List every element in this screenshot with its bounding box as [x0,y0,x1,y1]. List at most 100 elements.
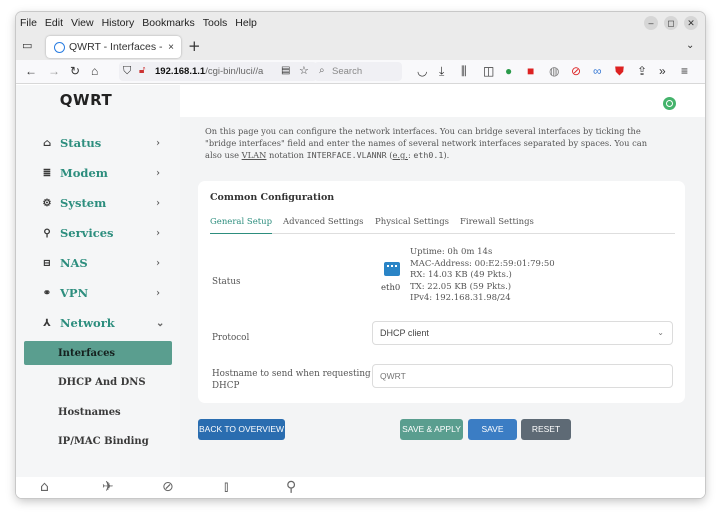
sidebar-subitem-dhcp-dns[interactable]: DHCP And DNS [24,370,172,394]
menu-edit[interactable]: Edit [45,17,63,29]
ethernet-port-icon [384,262,400,276]
back-to-overview-button[interactable]: BACK TO OVERVIEW [198,419,285,440]
share-icon[interactable]: ⇪ [637,64,647,78]
menu-bookmarks[interactable]: Bookmarks [142,17,195,29]
home-icon[interactable]: ⌂ [91,64,98,78]
sidebar-item-label: Services [60,226,114,240]
tab-general-setup[interactable]: General Setup [210,217,273,234]
sidebar-item-label: System [60,196,107,210]
status-tx: TX: 22.05 KB (59 Pkts.) [410,281,512,292]
bottom-nav-bar: ⌂ ✈ ⊘ ⫾ ⚲ [16,477,705,498]
sidebar-item-vpn[interactable]: ⚭ VPN › [16,278,180,308]
home-icon: ⌂ [42,137,52,149]
protocol-select[interactable]: DHCP client ⌄ [372,321,673,345]
list-tabs-chevron-icon[interactable]: ⌄ [686,40,694,51]
extension-shield-icon[interactable]: ⛊ [615,64,624,78]
download-icon[interactable]: ⤓ [439,64,444,78]
menu-tools[interactable]: Tools [203,17,228,29]
menu-history[interactable]: History [102,17,135,29]
card-title: Common Configuration [210,192,335,203]
description-text: notation [266,150,307,160]
brand-text: QWRT [59,91,113,109]
user-icon[interactable]: ⚲ [286,479,296,495]
extension-globe-icon[interactable]: ◍ [549,64,559,78]
new-tab-button[interactable]: + [188,38,201,54]
status-details: Uptime: 0h 0m 14s MAC-Address: 00:E2:59:… [410,247,555,305]
sidebar-toggle-icon[interactable]: ◫ [483,64,494,78]
sidebar-item-network[interactable]: ⅄ Network ⌄ [16,308,180,338]
sidebar-item-modem[interactable]: ≣ Modem › [16,158,180,188]
brand-logo[interactable]: QWRT [16,91,180,109]
sidebar-item-label: Network [60,316,115,330]
sidebar-subitem-hostnames[interactable]: Hostnames [24,400,172,424]
url-bar[interactable]: ⛉ 🔓︎ 192.168.1.1/cgi-bin/luci//a ▤ ☆ [119,62,317,81]
extension-green-icon[interactable]: ● [505,64,512,78]
forward-arrow-icon[interactable]: → [48,64,60,78]
tab-advanced-settings[interactable]: Advanced Settings [283,217,364,227]
refresh-status-icon[interactable] [663,97,676,110]
status-uptime: Uptime: 0h 0m 14s [410,247,493,257]
library-icon[interactable]: ⫼ [461,64,467,78]
tab-list-icon[interactable]: ▭ [22,40,34,52]
search-bar[interactable]: ⌕ Search [314,62,402,81]
page-description: On this page you can configure the netwo… [205,125,665,161]
save-apply-button[interactable]: SAVE & APPLY [400,419,463,440]
status-rx: RX: 14.03 KB (49 Pkts.) [410,270,512,281]
sidebar-subitem-ip-mac-binding[interactable]: IP/MAC Binding [24,429,172,453]
extension-red-icon[interactable]: ■ [527,64,534,78]
menu-bar: File Edit View History Bookmarks Tools H… [16,12,705,34]
menu-help[interactable]: Help [235,17,257,29]
common-configuration-card: Common Configuration General Setup Advan… [198,181,685,403]
bookmark-star-icon[interactable]: ☆ [299,64,309,78]
shield-icon[interactable]: ⛉ [123,64,131,78]
close-window-button[interactable]: ✕ [684,16,698,30]
sidebar-item-system[interactable]: ⚙ System › [16,188,180,218]
sitemap-icon: ⅄ [43,317,51,329]
back-arrow-icon[interactable]: ← [25,64,37,78]
reload-icon[interactable]: ↻ [70,64,80,78]
sidebar-subitem-interfaces[interactable]: Interfaces [24,341,172,365]
tab-physical-settings[interactable]: Physical Settings [375,217,449,227]
hostname-input[interactable] [372,364,673,388]
tab-bar: ▭ QWRT - Interfaces - LuCI × + ⌄ [16,34,705,60]
save-button[interactable]: SAVE [468,419,517,440]
search-placeholder: Search [332,66,363,77]
browser-tab[interactable]: QWRT - Interfaces - LuCI × [46,36,181,58]
description-text: ). [443,150,450,160]
sidebar-item-label: Status [60,136,102,150]
extension-block-icon[interactable]: ⊘ [571,64,581,78]
tab-close-icon[interactable]: × [165,42,177,53]
send-icon[interactable]: ✈ [102,479,114,495]
protocol-label: Protocol [212,333,250,343]
sidebar-item-label: NAS [60,256,88,270]
reader-view-icon[interactable]: ▤ [281,64,290,78]
user-icon: ⚲ [43,227,51,239]
maximize-button[interactable]: ◻ [664,16,678,30]
status-ipv4: IPv4: 192.168.31.98/24 [410,293,511,304]
chevron-right-icon: › [156,197,160,209]
overflow-chevrons-icon[interactable]: » [659,64,666,78]
extension-link-icon[interactable]: ∞ [593,64,602,78]
pocket-icon[interactable]: ◡ [417,64,427,78]
bar-chart-icon[interactable]: ⫾ [224,479,228,495]
insecure-lock-icon[interactable]: 🔓︎ [139,64,145,78]
sidebar-item-services[interactable]: ⚲ Services › [16,218,180,248]
tab-firewall-settings[interactable]: Firewall Settings [460,217,534,227]
reset-button[interactable]: RESET [521,419,571,440]
chevron-down-icon: ⌄ [657,328,664,337]
vlan-link[interactable]: VLAN [242,150,267,160]
sidebar-item-nas[interactable]: ⊟ NAS › [16,248,180,278]
chevron-right-icon: › [156,137,160,149]
drive-icon: ⊟ [42,257,52,269]
sidebar-item-status[interactable]: ⌂ Status › [16,128,180,158]
compass-icon[interactable]: ⊘ [162,479,174,495]
hamburger-menu-icon[interactable]: ≡ [681,64,688,78]
top-strip [180,85,705,117]
favicon-icon [54,41,65,53]
menu-view[interactable]: View [71,17,94,29]
menu-file[interactable]: File [20,17,37,29]
minimize-button[interactable]: – [644,16,658,30]
status-mac-address: MAC-Address: 00:E2:59:01:79:50 [410,258,555,269]
home-icon[interactable]: ⌂ [40,479,49,495]
search-icon: ⌕ [319,65,325,76]
